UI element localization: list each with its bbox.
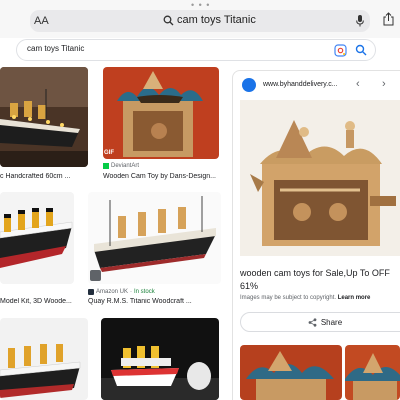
address-text: cam toys Titanic [177,14,256,26]
result-image[interactable] [0,67,88,167]
titanic-model-lit-image [0,67,88,167]
copyright-text: Images may be subject to copyright. [240,295,337,301]
related-image[interactable] [345,345,400,400]
amazon-icon [88,289,94,295]
related-image[interactable] [240,345,342,400]
source-name: Amazon UK [96,289,129,295]
result-image[interactable] [101,318,219,400]
tab-grabber[interactable]: • • • [191,1,210,10]
reader-aa-button[interactable]: AA [34,15,49,27]
preview-image[interactable] [240,100,400,256]
share-button[interactable]: Share [240,312,400,332]
titanic-woodcraft-image [88,192,221,284]
lens-camera-icon[interactable] [334,44,347,57]
chevron-left-icon[interactable]: ‹ [356,78,360,90]
camera-badge-icon [90,270,101,281]
result-source: Amazon UK · In stock [88,289,155,295]
search-field[interactable]: cam toys Titanic [16,39,376,61]
result-image[interactable] [103,67,219,159]
deviantart-icon [103,163,109,169]
titanic-ship-image [0,318,88,400]
wooden-cam-toy-preview [240,100,400,256]
share-label: Share [320,317,343,327]
stock-status: In stock [134,289,155,295]
search-query: cam toys Titanic [27,44,85,53]
wooden-cam-toy-image [103,67,219,159]
copyright-note: Images may be subject to copyright. Lear… [240,295,370,301]
source-name: DeviantArt [111,163,140,169]
search-icon[interactable] [355,44,367,56]
share-icon[interactable] [383,12,394,26]
learn-more-link[interactable]: Learn more [338,295,371,301]
toy-ship-iceberg-image [101,318,219,400]
result-caption[interactable]: c Handcrafted 60cm ... [0,173,88,180]
result-caption[interactable]: Model Kit, 3D Woode... [0,298,74,305]
image-title[interactable]: wooden cam toys for Sale,Up To OFF 61% [240,267,400,293]
result-caption[interactable]: Quay R.M.S. Titanic Woodcraft ... [88,298,221,305]
titanic-3d-model-image [0,192,74,284]
result-source: DeviantArt [103,163,139,169]
result-image[interactable] [88,192,221,284]
address-bar[interactable]: cam toys Titanic [30,10,370,32]
result-image[interactable] [0,318,88,400]
related-cam-toy-image [345,345,400,400]
site-logo-icon [242,78,256,92]
related-cam-toy-image [240,345,342,400]
result-image[interactable] [0,192,74,284]
chevron-right-icon[interactable]: › [382,78,386,90]
site-url[interactable]: www.byhanddelivery.c... [263,81,338,88]
share-icon [308,317,317,327]
search-icon [163,15,174,26]
gif-badge: GIF [104,150,114,156]
result-caption[interactable]: Wooden Cam Toy by Dans-Design... [103,173,221,180]
microphone-icon[interactable] [356,15,364,27]
